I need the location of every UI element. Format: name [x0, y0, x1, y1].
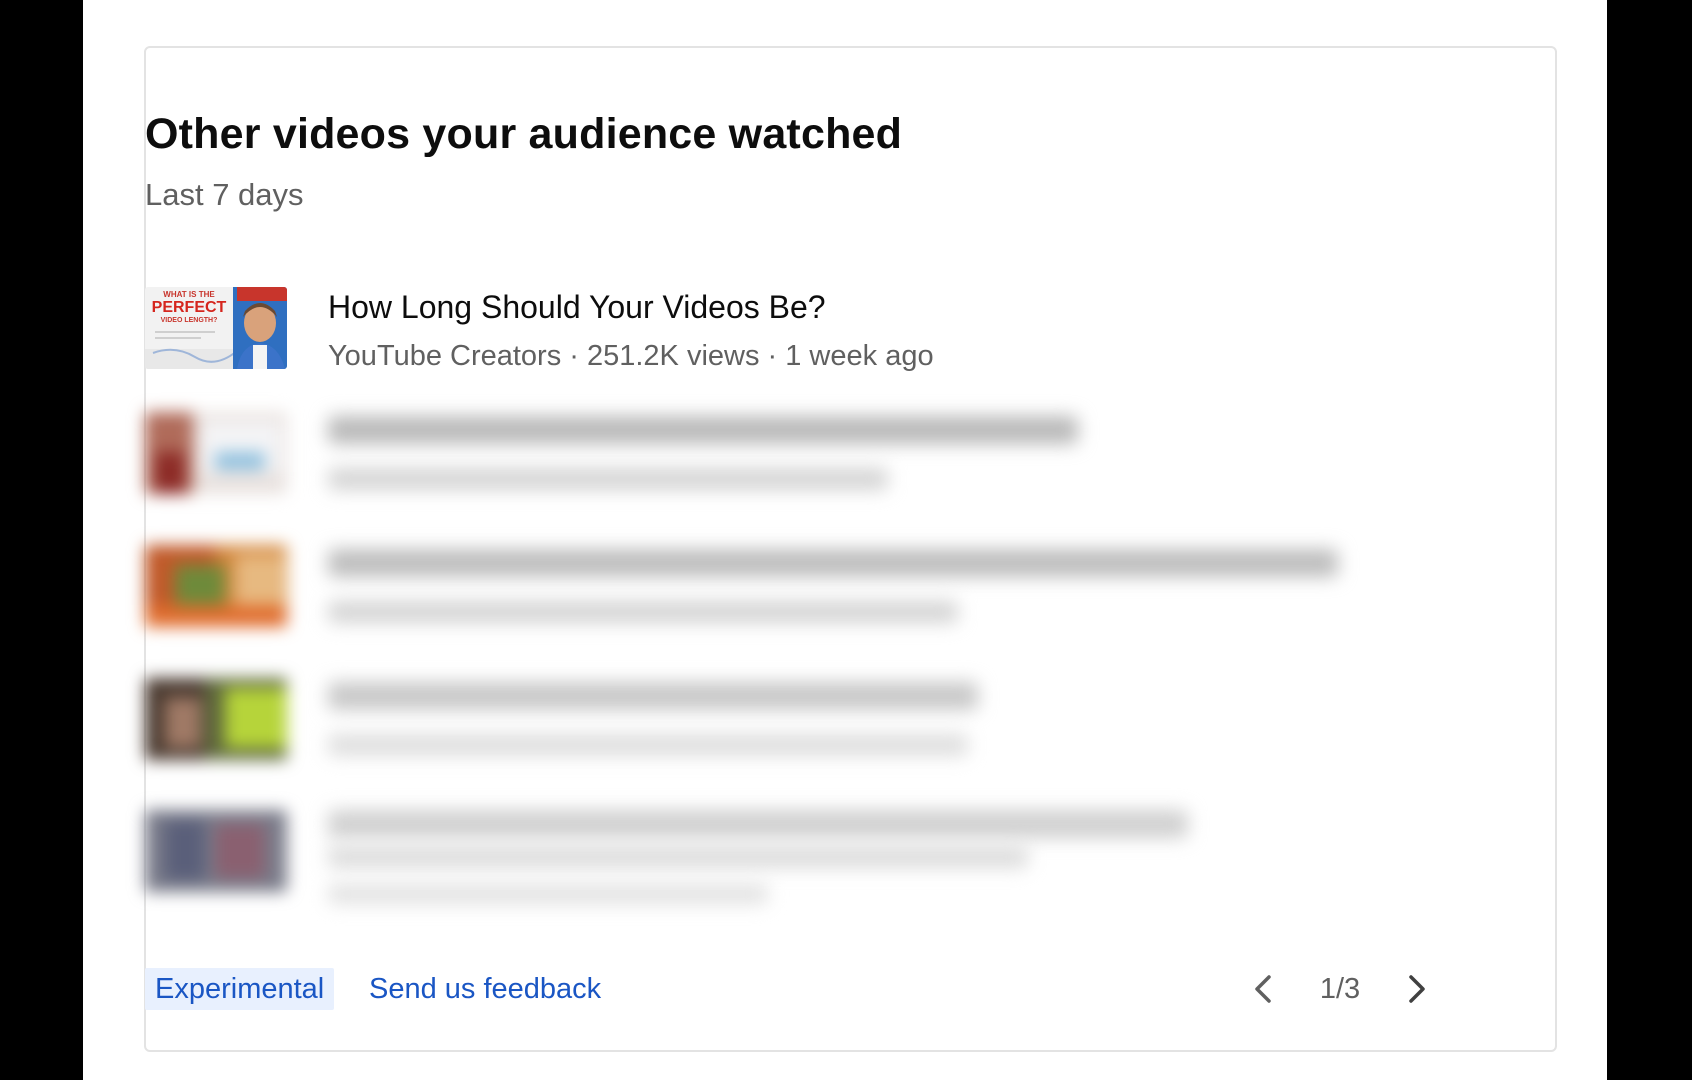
card-title: Other videos your audience watched: [145, 110, 903, 158]
video-list-item[interactable]: [145, 678, 1465, 788]
blurred-meta: [328, 734, 968, 756]
card-content: Other videos your audience watched Last …: [83, 0, 1607, 1080]
video-title[interactable]: How Long Should Your Videos Be?: [328, 287, 826, 327]
chevron-right-icon[interactable]: [1397, 970, 1435, 1008]
thumbnail-text-2: PERFECT: [152, 299, 227, 316]
blurred-meta: [328, 884, 768, 904]
video-meta: YouTube Creators · 251.2K views · 1 week…: [328, 340, 934, 372]
video-list-item[interactable]: WHAT IS THE PERFECT VIDEO LENGTH? How Lo…: [145, 287, 1465, 397]
blurred-title: [328, 682, 978, 710]
video-thumbnail[interactable]: [145, 810, 287, 892]
experimental-badge: Experimental: [145, 968, 335, 1010]
video-thumbnail[interactable]: [145, 678, 287, 760]
video-list-item[interactable]: [145, 810, 1465, 920]
blurred-title: [328, 810, 1188, 838]
blurred-meta: [328, 468, 888, 490]
thumbnail-text-1: WHAT IS THE: [163, 290, 215, 299]
blurred-meta: [328, 601, 958, 623]
video-list-item[interactable]: [145, 412, 1465, 522]
blurred-title: [328, 416, 1078, 444]
card-subtitle: Last 7 days: [145, 177, 304, 212]
video-thumbnail[interactable]: WHAT IS THE PERFECT VIDEO LENGTH?: [145, 287, 287, 369]
blurred-title-line-2: [328, 846, 1028, 868]
pagination: 1/3: [1245, 968, 1435, 1010]
card-footer: Experimental Send us feedback 1/3: [145, 968, 1435, 1012]
video-thumbnail[interactable]: [145, 545, 287, 627]
video-thumbnail[interactable]: [145, 412, 287, 494]
video-list-item[interactable]: [145, 545, 1465, 655]
thumbnail-text-3: VIDEO LENGTH?: [161, 317, 218, 324]
send-feedback-link[interactable]: Send us feedback: [369, 968, 601, 1010]
blurred-title: [328, 549, 1338, 577]
chevron-left-icon[interactable]: [1245, 970, 1283, 1008]
page-indicator: 1/3: [1319, 973, 1361, 1005]
